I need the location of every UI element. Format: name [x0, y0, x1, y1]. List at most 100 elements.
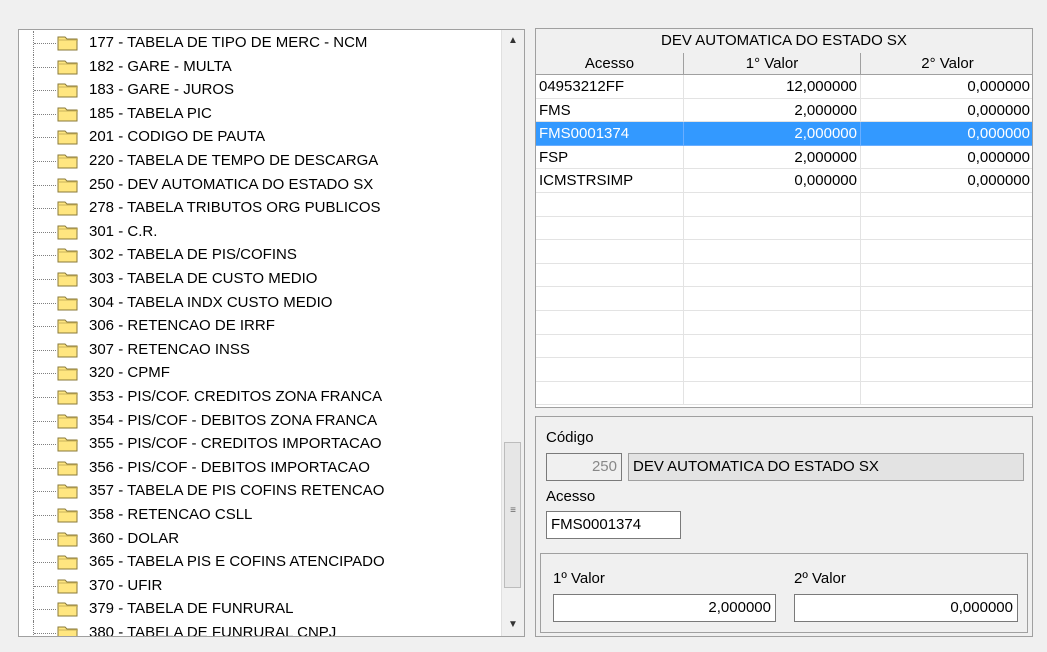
tree-connector — [34, 255, 56, 257]
tree-item[interactable]: 354 - PIS/COF - DEBITOS ZONA FRANCA — [19, 408, 502, 433]
tree-item[interactable]: 278 - TABELA TRIBUTOS ORG PUBLICOS — [19, 196, 502, 220]
tree-item[interactable]: 365 - TABELA PIS E COFINS ATENCIPADO — [19, 550, 502, 574]
tree-item-label: 304 - TABELA INDX CUSTO MEDIO — [89, 293, 333, 311]
table-row[interactable]: FMS 2,000000 0,000000 — [536, 98, 1032, 123]
cell-valor1 — [684, 193, 861, 217]
scrollbar-thumb[interactable]: ≡ — [504, 442, 521, 588]
tree-item[interactable]: 357 - TABELA DE PIS COFINS RETENCAO — [19, 479, 502, 503]
tree-item[interactable]: 185 - TABELA PIC — [19, 101, 502, 126]
table-row-empty[interactable] — [536, 358, 1032, 382]
folder-icon — [57, 130, 78, 145]
table-row-empty[interactable] — [536, 381, 1032, 406]
table-row[interactable]: 04953212FF 12,000000 0,000000 — [536, 75, 1032, 99]
tree-item[interactable]: 380 - TABELA DE FUNRURAL CNPJ — [19, 621, 502, 636]
values-grid[interactable]: DEV AUTOMATICA DO ESTADO SX Acesso 1° Va… — [535, 28, 1033, 408]
acesso-field[interactable]: FMS0001374 — [546, 511, 681, 539]
folder-icon — [57, 201, 78, 216]
table-row[interactable]: FSP 2,000000 0,000000 — [536, 145, 1032, 170]
tree-item[interactable]: 360 - DOLAR — [19, 526, 502, 551]
tree-item[interactable]: 201 - CODIGO DE PAUTA — [19, 125, 502, 149]
tree-item-label: 177 - TABELA DE TIPO DE MERC - NCM — [89, 34, 368, 51]
cell-valor2 — [861, 193, 1032, 217]
tree-item-label: 302 - TABELA DE PIS/COFINS — [89, 246, 297, 264]
table-row-empty[interactable] — [536, 287, 1032, 311]
valor1-field[interactable]: 2,000000 — [553, 594, 776, 622]
tree-item[interactable]: 183 - GARE - JUROS — [19, 78, 502, 102]
table-row[interactable]: ICMSTRSIMP 0,000000 0,000000 — [536, 169, 1032, 193]
tree-item[interactable]: 358 - RETENCAO CSLL — [19, 503, 502, 527]
tree-item[interactable]: 182 - GARE - MULTA — [19, 54, 502, 79]
cell-acesso — [536, 193, 684, 217]
tree-scrollbar[interactable]: ▲ ≡ ▼ — [501, 30, 524, 636]
scroll-down-arrow-icon[interactable]: ▼ — [502, 614, 524, 636]
cell-valor1 — [684, 216, 861, 241]
column-header-valor2[interactable]: 2° Valor — [861, 53, 1032, 75]
folder-icon — [57, 390, 78, 405]
folder-icon — [57, 579, 78, 594]
tree-item-label: 357 - TABELA DE PIS COFINS RETENCAO — [89, 482, 385, 500]
tree-item[interactable]: 370 - UFIR — [19, 573, 502, 598]
cell-acesso: FMS0001374 — [536, 122, 684, 146]
tree-item[interactable]: 301 - C.R. — [19, 219, 502, 244]
scrollbar-grip-icon: ≡ — [510, 505, 516, 516]
table-row-empty[interactable] — [536, 193, 1032, 217]
valores-group: 1º Valor 2,000000 2º Valor 0,000000 — [540, 553, 1028, 633]
tree-item[interactable]: 320 - CPMF — [19, 361, 502, 385]
folder-icon — [57, 343, 78, 358]
cell-acesso — [536, 263, 684, 288]
cell-acesso — [536, 216, 684, 241]
tree-connector — [34, 633, 56, 634]
tree-item-label: 250 - DEV AUTOMATICA DO ESTADO SX — [89, 175, 374, 193]
column-header-acesso[interactable]: Acesso — [536, 53, 684, 75]
tree-item[interactable]: 353 - PIS/COF. CREDITOS ZONA FRANCA — [19, 385, 502, 409]
tree-item-label: 353 - PIS/COF. CREDITOS ZONA FRANCA — [89, 388, 383, 405]
folder-icon — [57, 83, 78, 98]
tree-item-label: 182 - GARE - MULTA — [89, 57, 232, 75]
tree-item[interactable]: 220 - TABELA DE TEMPO DE DESCARGA — [19, 149, 502, 173]
cell-valor2: 0,000000 — [861, 75, 1032, 99]
column-header-valor1[interactable]: 1° Valor — [684, 53, 861, 75]
table-row-empty[interactable] — [536, 240, 1032, 264]
codigo-label: Código — [546, 429, 594, 446]
tree-item[interactable]: 379 - TABELA DE FUNRURAL — [19, 597, 502, 621]
tree-connector — [34, 161, 56, 162]
tree-item-label: 380 - TABELA DE FUNRURAL CNPJ — [89, 624, 337, 636]
tree-item[interactable]: 355 - PIS/COF - CREDITOS IMPORTACAO — [19, 432, 502, 456]
table-row-empty[interactable] — [536, 334, 1032, 359]
tree-item[interactable]: 177 - TABELA DE TIPO DE MERC - NCM — [19, 31, 502, 55]
tree-item-label: 307 - RETENCAO INSS — [89, 340, 250, 358]
cell-valor1 — [684, 334, 861, 359]
tree-item-label: 355 - PIS/COF - CREDITOS IMPORTACAO — [89, 435, 382, 453]
cell-valor1 — [684, 240, 861, 264]
tree-item-label: 354 - PIS/COF - DEBITOS ZONA FRANCA — [89, 411, 378, 429]
table-row-empty[interactable] — [536, 263, 1032, 288]
tree-connector — [34, 90, 56, 92]
tree-view[interactable]: 177 - TABELA DE TIPO DE MERC - NCM 182 - … — [18, 29, 525, 637]
folder-icon — [57, 555, 78, 570]
tree-item-label: 306 - RETENCAO DE IRRF — [89, 317, 275, 335]
folder-icon — [57, 366, 78, 381]
tree-item[interactable]: 302 - TABELA DE PIS/COFINS — [19, 243, 502, 267]
tree-connector — [34, 515, 56, 516]
cell-valor2: 0,000000 — [861, 122, 1032, 146]
folder-icon — [57, 296, 78, 311]
tree-connector — [34, 397, 56, 398]
table-row-empty[interactable] — [536, 311, 1032, 335]
tree-item[interactable]: 303 - TABELA DE CUSTO MEDIO — [19, 267, 502, 291]
table-row-empty[interactable] — [536, 216, 1032, 241]
folder-icon — [57, 414, 78, 429]
tree-item[interactable]: 250 - DEV AUTOMATICA DO ESTADO SX — [19, 172, 502, 197]
tree-connector — [34, 326, 56, 328]
valor2-field[interactable]: 0,000000 — [794, 594, 1018, 622]
tree-connector — [34, 562, 56, 564]
tree-item[interactable]: 306 - RETENCAO DE IRRF — [19, 314, 502, 338]
folder-icon — [57, 508, 78, 523]
table-row[interactable]: FMS0001374 2,000000 0,000000 — [536, 122, 1032, 146]
folder-icon — [57, 154, 78, 169]
detail-form: Código 250 DEV AUTOMATICA DO ESTADO SX A… — [535, 416, 1033, 637]
scroll-up-arrow-icon[interactable]: ▲ — [502, 30, 524, 52]
tree-item[interactable]: 304 - TABELA INDX CUSTO MEDIO — [19, 290, 502, 315]
tree-item[interactable]: 356 - PIS/COF - DEBITOS IMPORTACAO — [19, 455, 502, 480]
tree-item-label: 365 - TABELA PIS E COFINS ATENCIPADO — [89, 553, 385, 571]
tree-item[interactable]: 307 - RETENCAO INSS — [19, 337, 502, 362]
